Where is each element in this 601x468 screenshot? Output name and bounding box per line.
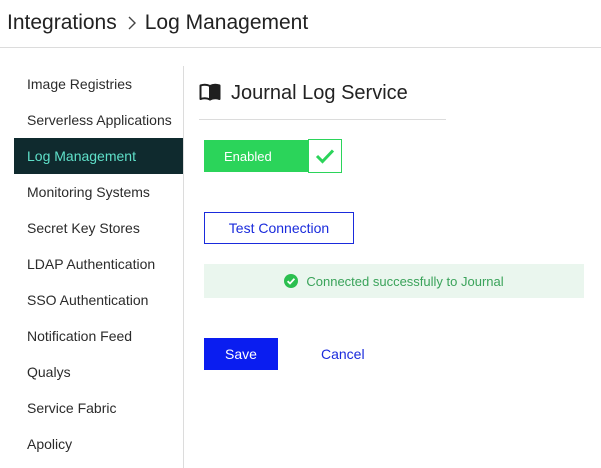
sidebar-item-label: SSO Authentication [27, 292, 149, 308]
chevron-right-icon [127, 16, 137, 30]
section-header: Journal Log Service [199, 80, 446, 120]
breadcrumb-current: Log Management [144, 11, 309, 34]
toggle-label: Enabled [204, 140, 308, 172]
check-circle-icon [284, 274, 299, 288]
save-button[interactable]: Save [204, 338, 278, 370]
breadcrumb-parent[interactable]: Integrations [7, 11, 117, 35]
sidebar-item-label: Serverless Applications [27, 112, 172, 128]
sidebar-item-notification-feed[interactable]: Notification Feed [14, 318, 183, 354]
sidebar-item-service-fabric[interactable]: Service Fabric [14, 390, 183, 426]
sidebar-item-log-management[interactable]: Log Management [14, 138, 183, 174]
sidebar-item-ldap-authentication[interactable]: LDAP Authentication [14, 246, 183, 282]
status-text: Connected successfully to Journal [306, 273, 504, 289]
sidebar-divider [183, 66, 184, 468]
cancel-button[interactable]: Cancel [321, 338, 365, 370]
test-connection-button[interactable]: Test Connection [204, 212, 354, 244]
breadcrumb: Integrations Log Management [7, 9, 308, 37]
sidebar-item-label: Log Management [27, 148, 136, 164]
sidebar-item-label: Monitoring Systems [27, 184, 150, 200]
connection-status-banner: Connected successfully to Journal [204, 264, 584, 298]
sidebar-item-secret-key-stores[interactable]: Secret Key Stores [14, 210, 183, 246]
sidebar-item-sso-authentication[interactable]: SSO Authentication [14, 282, 183, 318]
sidebar: Image Registries Serverless Applications… [14, 66, 183, 468]
enabled-toggle[interactable]: Enabled [204, 139, 342, 173]
sidebar-item-serverless-applications[interactable]: Serverless Applications [14, 102, 183, 138]
sidebar-item-label: Notification Feed [27, 328, 133, 344]
sidebar-item-image-registries[interactable]: Image Registries [14, 66, 183, 102]
sidebar-item-label: Apolicy [27, 436, 73, 452]
page-header: Integrations Log Management [0, 0, 601, 48]
checkmark-icon [308, 139, 342, 173]
sidebar-item-label: Service Fabric [27, 400, 117, 416]
sidebar-item-label: Qualys [27, 364, 71, 380]
sidebar-item-qualys[interactable]: Qualys [14, 354, 183, 390]
page-title: Journal Log Service [231, 82, 408, 104]
sidebar-item-label: Image Registries [27, 76, 133, 92]
book-icon [199, 83, 221, 106]
sidebar-item-label: Secret Key Stores [27, 220, 140, 236]
sidebar-item-apolicy[interactable]: Apolicy [14, 426, 183, 462]
sidebar-item-label: LDAP Authentication [27, 256, 156, 272]
sidebar-item-monitoring-systems[interactable]: Monitoring Systems [14, 174, 183, 210]
